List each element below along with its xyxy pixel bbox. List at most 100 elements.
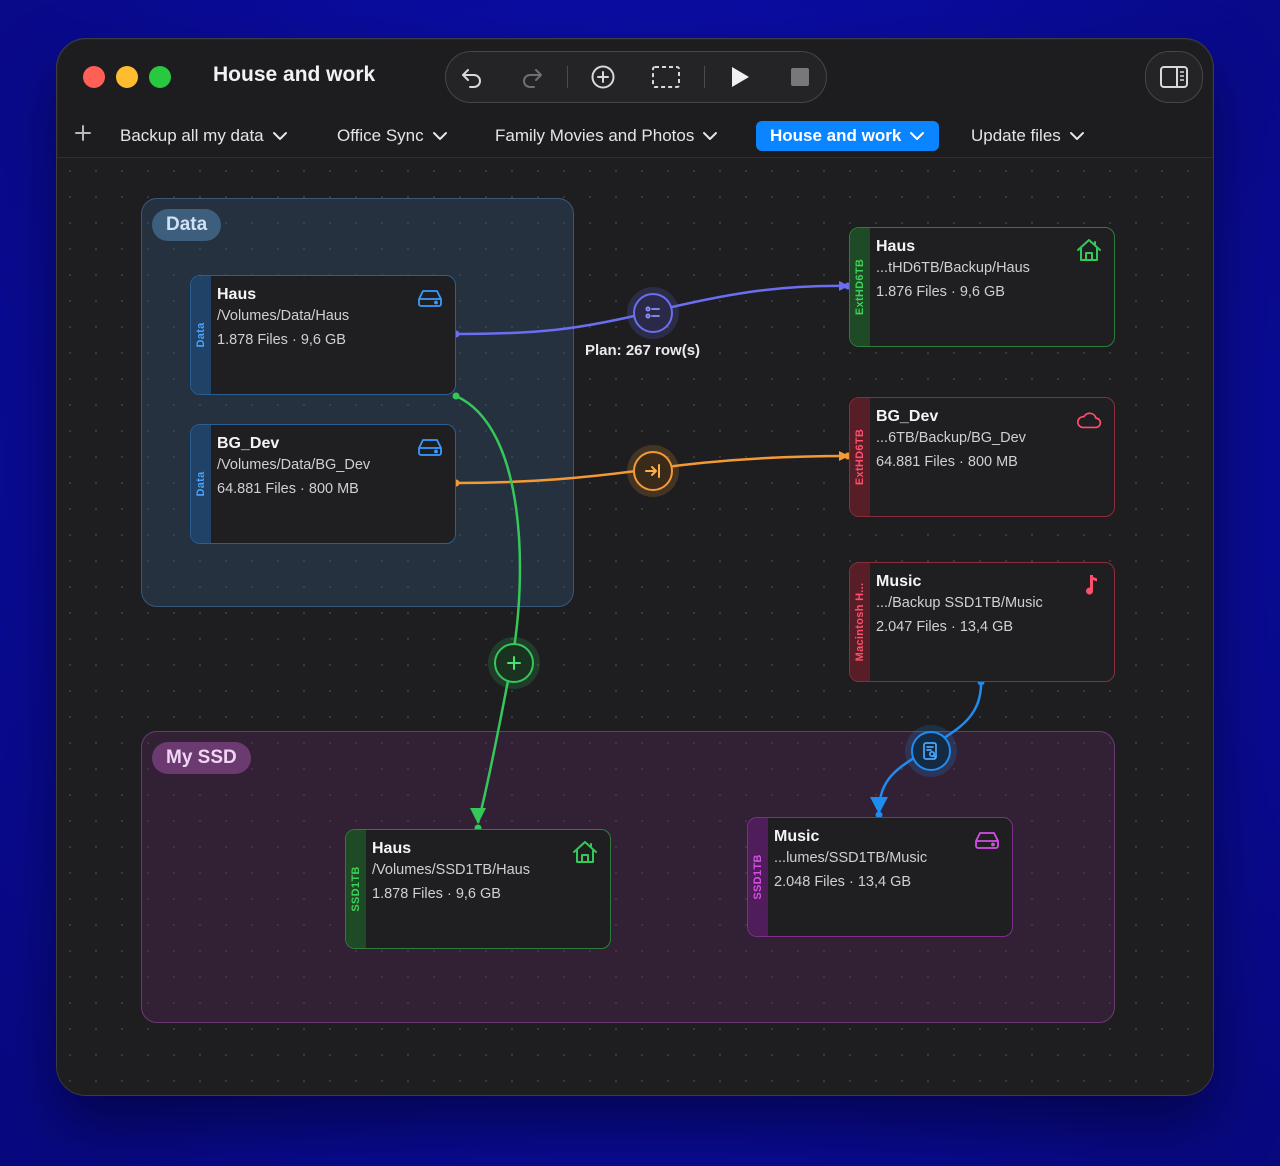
node-name: Haus [217, 286, 257, 303]
volume-label: SSD1TB [350, 866, 362, 912]
dashed-rect-icon [652, 66, 680, 88]
minimize-window-button[interactable] [116, 66, 138, 88]
redo-button[interactable] [516, 61, 548, 93]
chevron-down-icon [432, 132, 447, 140]
node-name: Music [876, 573, 922, 590]
node-path: /Volumes/Data/BG_Dev [217, 457, 371, 473]
drive-icon [417, 435, 443, 459]
volume-label: Data [195, 471, 207, 497]
node-path: /Volumes/SSD1TB/Haus [372, 862, 530, 878]
node-path: .../Backup SSD1TB/Music [876, 595, 1043, 611]
music-note-icon [1076, 573, 1102, 597]
node-name: Music [774, 828, 820, 845]
volume-strip: SSD1TB [346, 830, 366, 948]
chevron-down-icon [910, 132, 925, 140]
flow-canvas[interactable]: Data My SSD Plan: 267 row(s) Data Haus /… [57, 158, 1213, 1095]
volume-strip: Macintosh H... [850, 563, 870, 681]
node-mac-music[interactable]: Macintosh H... Music .../Backup SSD1TB/M… [849, 562, 1115, 682]
tab-backup-all-my-data[interactable]: Backup all my data [106, 121, 302, 151]
new-tab-button[interactable] [71, 121, 95, 145]
run-button[interactable] [724, 61, 756, 93]
drive-icon [417, 286, 443, 310]
undo-icon [462, 69, 481, 88]
node-stats: 2.047 Files · 13,4 GB [876, 619, 1014, 635]
redo-icon [523, 69, 542, 88]
node-stats: 1.876 Files · 9,6 GB [876, 284, 1005, 300]
close-window-button[interactable] [83, 66, 105, 88]
tab-family-movies-and-photos[interactable]: Family Movies and Photos [481, 121, 732, 151]
tab-house-and-work[interactable]: House and work [756, 121, 940, 151]
tab-office-sync[interactable]: Office Sync [323, 121, 462, 151]
group-label-data: Data [152, 209, 222, 241]
node-path: /Volumes/Data/Haus [217, 308, 350, 324]
tab-label: Office Sync [337, 126, 424, 145]
volume-strip: ExtHD6TB [850, 228, 870, 346]
node-path: ...6TB/Backup/BG_Dev [876, 430, 1026, 446]
node-name: BG_Dev [217, 435, 280, 452]
node-name: Haus [876, 238, 916, 255]
group-label-my-ssd: My SSD [152, 742, 251, 774]
node-stats: 64.881 Files · 800 MB [217, 481, 359, 497]
tab-label: House and work [770, 126, 902, 145]
select-button[interactable] [650, 61, 682, 93]
sidebar-icon [1160, 66, 1188, 88]
add-node-button[interactable] [587, 61, 619, 93]
checklist-icon [645, 306, 660, 319]
volume-label: ExtHD6TB [854, 258, 866, 316]
plus-circle-icon [591, 65, 615, 89]
undo-button[interactable] [456, 61, 488, 93]
node-stats: 1.878 Files · 9,6 GB [372, 886, 501, 902]
volume-label: Macintosh H... [854, 582, 866, 662]
tab-bar: Backup all my data Office Sync Family Mo… [57, 113, 1213, 158]
node-stats: 2.048 Files · 13,4 GB [774, 874, 912, 890]
plus-icon [507, 656, 521, 670]
play-icon [732, 67, 749, 87]
title-bar: House and work [57, 39, 1213, 113]
node-ssd-haus[interactable]: SSD1TB Haus /Volumes/SSD1TB/Haus 1.878 F… [345, 829, 611, 949]
document-search-icon [923, 742, 937, 760]
plus-icon [75, 125, 91, 141]
chevron-down-icon [272, 132, 287, 140]
node-path: ...lumes/SSD1TB/Music [774, 850, 928, 866]
volume-strip: Data [191, 425, 211, 543]
edge-plan-hub[interactable] [633, 293, 673, 333]
volume-label: Data [195, 322, 207, 348]
node-stats: 64.881 Files · 800 MB [876, 454, 1018, 470]
tab-label: Backup all my data [120, 126, 264, 145]
node-data-bgdev[interactable]: Data BG_Dev /Volumes/Data/BG_Dev 64.881 … [190, 424, 456, 544]
sidebar-toggle-button[interactable] [1145, 51, 1203, 103]
edge-plan-label: Plan: 267 row(s) [585, 342, 701, 359]
node-name: Haus [372, 840, 412, 857]
cloud-icon [1076, 408, 1102, 432]
tab-update-files[interactable]: Update files [957, 121, 1099, 151]
window-title: House and work [213, 63, 376, 86]
house-icon [1076, 238, 1102, 262]
app-window: House and work Backup all my data Office… [56, 38, 1214, 1096]
arrow-to-line-icon [645, 464, 660, 478]
stop-icon [791, 68, 809, 86]
volume-label: SSD1TB [752, 854, 764, 900]
node-ext-bgdev[interactable]: ExtHD6TB BG_Dev ...6TB/Backup/BG_Dev 64.… [849, 397, 1115, 517]
chevron-down-icon [703, 132, 718, 140]
volume-label: ExtHD6TB [854, 428, 866, 486]
stop-button[interactable] [784, 61, 816, 93]
edge-index-hub[interactable] [911, 731, 951, 771]
main-toolbar [445, 51, 827, 103]
volume-strip: SSD1TB [748, 818, 768, 936]
edge-add-hub[interactable] [494, 643, 534, 683]
tab-label: Family Movies and Photos [495, 126, 695, 145]
node-name: BG_Dev [876, 408, 939, 425]
group-data[interactable]: Data [141, 198, 574, 607]
volume-strip: Data [191, 276, 211, 394]
node-ssd-music[interactable]: SSD1TB Music ...lumes/SSD1TB/Music 2.048… [747, 817, 1013, 937]
node-stats: 1.878 Files · 9,6 GB [217, 332, 346, 348]
node-data-haus[interactable]: Data Haus /Volumes/Data/Haus 1.878 Files… [190, 275, 456, 395]
tab-label: Update files [971, 126, 1061, 145]
volume-strip: ExtHD6TB [850, 398, 870, 516]
node-path: ...tHD6TB/Backup/Haus [876, 260, 1030, 276]
house-icon [572, 840, 598, 864]
zoom-window-button[interactable] [149, 66, 171, 88]
chevron-down-icon [1069, 132, 1084, 140]
node-ext-haus[interactable]: ExtHD6TB Haus ...tHD6TB/Backup/Haus 1.87… [849, 227, 1115, 347]
edge-copy-hub[interactable] [633, 451, 673, 491]
